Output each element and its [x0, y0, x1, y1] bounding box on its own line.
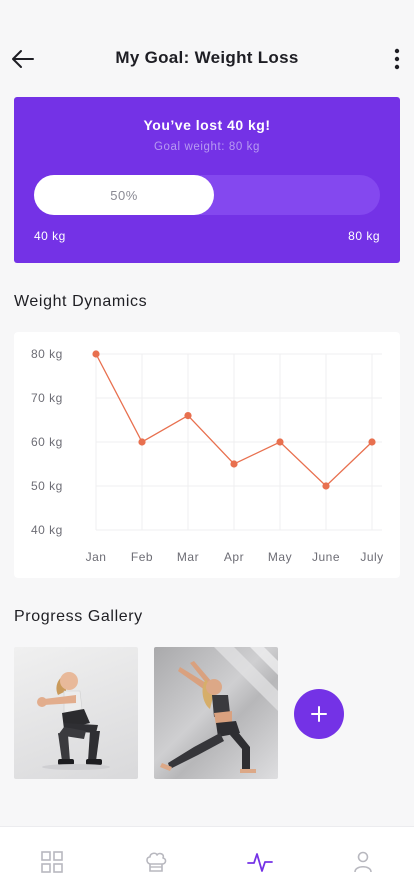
- add-photo-button[interactable]: [294, 689, 344, 739]
- y-tick-label: 80 kg: [31, 347, 63, 361]
- nav-nutrition[interactable]: [143, 849, 169, 875]
- progress-gallery: [14, 647, 400, 779]
- data-point: [230, 460, 238, 468]
- lunge-figure-image: [160, 647, 278, 773]
- progress-gallery-title: Progress Gallery: [14, 608, 143, 625]
- y-tick-label: 70 kg: [31, 391, 63, 405]
- squat-photo[interactable]: [14, 647, 138, 779]
- x-tick-label: June: [312, 550, 340, 564]
- progress-bar: 50%: [34, 175, 380, 215]
- user-icon: [354, 851, 372, 873]
- data-point: [322, 482, 330, 490]
- data-point: [184, 412, 192, 420]
- data-point: [92, 350, 100, 358]
- nav-progress[interactable]: [247, 849, 273, 875]
- range-min-label: 40 kg: [34, 229, 66, 243]
- goal-card: You’ve lost 40 kg! Goal weight: 80 kg 50…: [14, 97, 400, 263]
- more-menu-button[interactable]: [386, 44, 408, 74]
- more-vertical-icon: [394, 48, 400, 70]
- page-title: My Goal: Weight Loss: [115, 48, 299, 67]
- x-tick-label: Apr: [224, 550, 244, 564]
- data-point: [368, 438, 376, 446]
- weight-line-chart: 80 kg 70 kg 60 kg 50 kg 40 kg Jan Feb Mar Apr May…: [31, 347, 383, 564]
- squat-figure-image: [37, 672, 110, 770]
- goal-subline: Goal weight: 80 kg: [153, 141, 261, 153]
- bottom-navigation: [0, 826, 414, 896]
- data-point: [138, 438, 146, 446]
- nav-dashboard[interactable]: [39, 849, 65, 875]
- y-tick-label: 50 kg: [31, 479, 63, 493]
- x-tick-label: Jan: [86, 550, 107, 564]
- chef-hat-icon: [146, 852, 167, 872]
- weight-dynamics-title: Weight Dynamics: [14, 293, 148, 310]
- nav-profile[interactable]: [350, 849, 376, 875]
- lunge-photo[interactable]: [154, 647, 278, 779]
- x-tick-label: Feb: [131, 550, 153, 564]
- x-tick-label: Mar: [177, 550, 199, 564]
- plus-icon: [311, 706, 327, 722]
- progress-fill: 50%: [34, 175, 214, 215]
- range-max-label: 80 kg: [348, 229, 380, 243]
- grid-icon: [41, 851, 63, 873]
- y-tick-label: 40 kg: [31, 523, 63, 537]
- x-tick-label: May: [268, 550, 292, 564]
- weight-chart-card: 80 kg 70 kg 60 kg 50 kg 40 kg Jan Feb Mar Apr May…: [14, 332, 400, 578]
- y-tick-label: 60 kg: [31, 435, 63, 449]
- goal-headline: You’ve lost 40 kg!: [143, 117, 271, 133]
- x-tick-label: July: [360, 550, 383, 564]
- progress-label: 50%: [110, 187, 138, 203]
- activity-icon: [247, 853, 273, 872]
- data-point: [276, 438, 284, 446]
